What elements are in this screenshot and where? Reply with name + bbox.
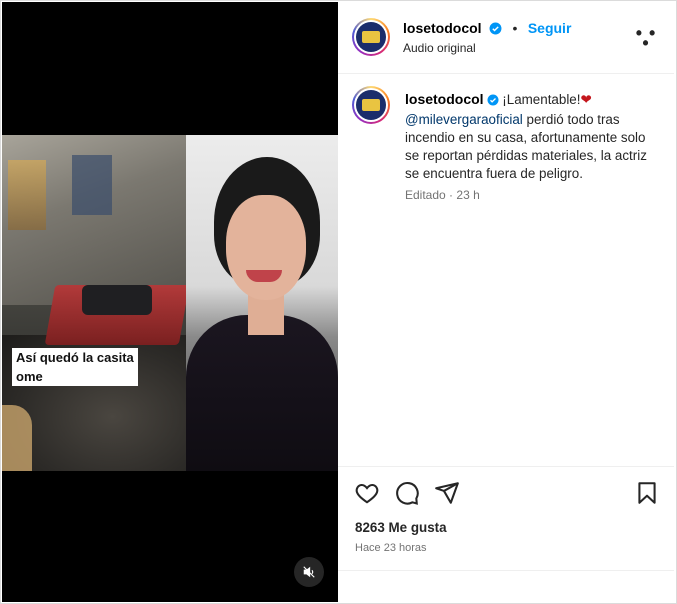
actress-portrait-image — [186, 135, 338, 471]
verified-icon — [489, 22, 502, 40]
follow-button[interactable]: Seguir — [528, 20, 572, 36]
comment-username[interactable]: losetodocol — [405, 91, 484, 107]
post-side-panel: losetodocol • Seguir Audio original • • … — [338, 2, 674, 602]
caption-meta: Editado · 23 h — [405, 188, 480, 202]
author-username[interactable]: losetodocol — [403, 20, 482, 36]
like-button[interactable] — [354, 480, 380, 506]
caption-age[interactable]: 23 h — [456, 188, 479, 202]
video-caption-line2: ome — [16, 367, 47, 386]
video-frame[interactable]: Así quedó la casita ome — [2, 135, 338, 471]
author-avatar[interactable] — [352, 18, 390, 56]
heart-icon — [355, 483, 379, 504]
post-time[interactable]: Hace 23 horas — [355, 542, 427, 554]
more-options-icon: • • • — [635, 23, 657, 53]
post-media[interactable]: Así quedó la casita ome — [2, 2, 338, 602]
comment-icon — [396, 482, 419, 505]
post-header: losetodocol • Seguir Audio original • • … — [338, 2, 674, 74]
mute-button[interactable] — [294, 557, 324, 587]
likes-count[interactable]: 8263 Me gusta — [355, 520, 447, 535]
more-options-button[interactable]: • • • — [634, 24, 658, 52]
mute-icon — [303, 566, 315, 578]
save-button[interactable] — [634, 480, 660, 506]
share-button[interactable] — [434, 480, 460, 506]
comment-button[interactable] — [394, 480, 420, 506]
burned-room-image — [2, 135, 190, 471]
comment-verified-icon — [487, 93, 499, 111]
comment-author-avatar[interactable] — [352, 86, 390, 124]
separator-dot: • — [512, 20, 518, 36]
caption-lead: ¡Lamentable! — [502, 92, 581, 107]
red-heart-icon: ❤ — [580, 92, 592, 107]
caption-text: losetodocol ¡Lamentable!❤ @milevergaraof… — [405, 90, 661, 183]
edited-label: Editado — [405, 188, 446, 202]
bookmark-icon — [638, 482, 656, 504]
video-caption-line1: Así quedó la casita — [16, 350, 134, 365]
action-bar — [338, 466, 674, 570]
share-icon — [435, 482, 459, 504]
audio-label[interactable]: Audio original — [403, 41, 476, 55]
mention-link[interactable]: @milevergaraoficial — [405, 112, 523, 127]
divider — [338, 570, 674, 571]
video-caption: Así quedó la casita ome — [12, 348, 138, 386]
